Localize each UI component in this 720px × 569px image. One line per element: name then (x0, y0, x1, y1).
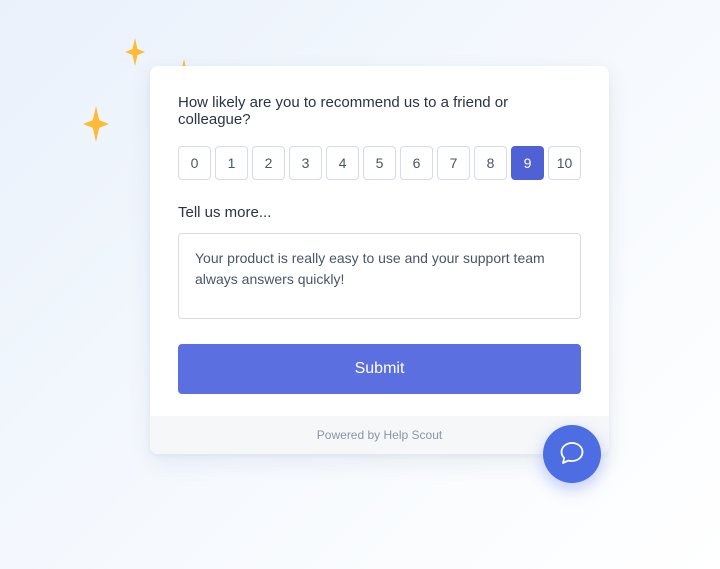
rating-2[interactable]: 2 (252, 146, 285, 180)
rating-9[interactable]: 9 (511, 146, 544, 180)
chat-fab-button[interactable] (543, 425, 601, 483)
rating-6[interactable]: 6 (400, 146, 433, 180)
followup-label: Tell us more... (178, 204, 581, 221)
rating-5[interactable]: 5 (363, 146, 396, 180)
rating-3[interactable]: 3 (289, 146, 322, 180)
powered-by-footer: Powered by Help Scout (150, 416, 609, 454)
card-body: How likely are you to recommend us to a … (150, 66, 609, 416)
rating-4[interactable]: 4 (326, 146, 359, 180)
followup-textarea[interactable] (178, 233, 581, 319)
submit-button[interactable]: Submit (178, 344, 581, 394)
rating-1[interactable]: 1 (215, 146, 248, 180)
rating-7[interactable]: 7 (437, 146, 470, 180)
survey-question: How likely are you to recommend us to a … (178, 94, 581, 128)
nps-survey-card: How likely are you to recommend us to a … (150, 66, 609, 454)
sparkle-icon (125, 38, 145, 66)
rating-scale: 0 1 2 3 4 5 6 7 8 9 10 (178, 146, 581, 180)
chat-bubble-icon (559, 440, 585, 469)
rating-0[interactable]: 0 (178, 146, 211, 180)
rating-8[interactable]: 8 (474, 146, 507, 180)
rating-10[interactable]: 10 (548, 146, 581, 180)
sparkle-icon (83, 106, 109, 142)
